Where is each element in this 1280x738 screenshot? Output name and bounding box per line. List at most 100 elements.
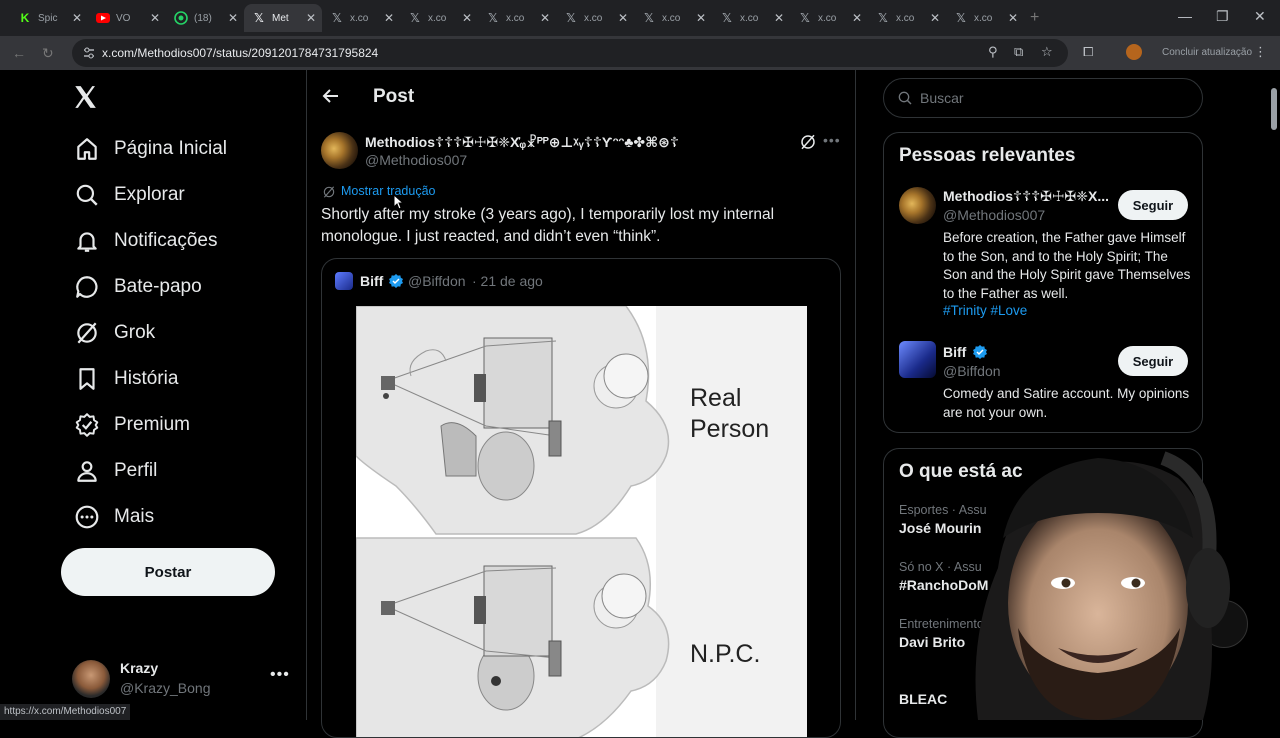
browser-tab[interactable]: (18) ✕ <box>166 4 244 32</box>
quoted-post[interactable]: Biff @Biffdon · 21 de ago Real Person N.… <box>321 258 841 738</box>
close-tab-icon[interactable]: ✕ <box>540 11 550 25</box>
url-text: x.com/Methodios007/status/20912017847317… <box>102 46 379 60</box>
close-tab-icon[interactable]: ✕ <box>618 11 628 25</box>
author-handle[interactable]: @Methodios007 <box>365 152 467 168</box>
back-icon[interactable]: ← <box>12 45 26 61</box>
zoom-icon[interactable]: ⚲ <box>988 44 998 60</box>
card-title: Pessoas relevantes <box>899 145 1076 166</box>
panel-label-npc: N.P.C. <box>690 640 761 668</box>
sidebar-item-label: Notificações <box>114 230 218 251</box>
person-handle: @Methodios007 <box>943 207 1046 223</box>
minimize-icon[interactable]: — <box>1178 8 1192 24</box>
page-title: Post <box>373 86 415 107</box>
sidebar-item-more[interactable]: Mais <box>60 494 154 540</box>
bookmark-icon <box>79 368 95 390</box>
close-tab-icon[interactable]: ✕ <box>384 11 394 25</box>
bell-icon <box>77 232 97 252</box>
browser-tab[interactable]: 𝕏x.co ✕ <box>790 4 868 32</box>
close-tab-icon[interactable]: ✕ <box>462 11 472 25</box>
address-bar[interactable]: x.com/Methodios007/status/20912017847317… <box>72 39 1068 67</box>
avatar <box>899 341 936 378</box>
translate-icon <box>322 185 336 199</box>
sidebar-item-profile[interactable]: Perfil <box>60 448 157 494</box>
sidebar-item-home[interactable]: Página Inicial <box>60 126 227 172</box>
close-tab-icon[interactable]: ✕ <box>72 11 82 25</box>
person-row[interactable]: Biff @Biffdon Seguir Comedy and Satire a… <box>884 341 1202 421</box>
post-button[interactable]: Postar <box>61 548 275 596</box>
x-icon: 𝕏 <box>878 11 888 25</box>
new-tab-icon[interactable]: + <box>1030 9 1039 27</box>
browser-tab[interactable]: 𝕏x.co ✕ <box>400 4 478 32</box>
close-tab-icon[interactable]: ✕ <box>306 11 316 25</box>
reload-icon[interactable]: ↻ <box>42 45 54 62</box>
browser-tab[interactable]: VO ✕ <box>88 4 166 32</box>
browser-tab[interactable]: 𝕏x.co ✕ <box>556 4 634 32</box>
sidebar-item-label: Página Inicial <box>114 138 228 159</box>
kick-icon: K <box>20 11 30 25</box>
panel-label-real: Real <box>690 384 742 412</box>
scrollbar[interactable] <box>1268 74 1280 720</box>
sidebar-item-chat[interactable]: Bate-papo <box>60 264 202 310</box>
bookmark-star-icon[interactable]: ☆ <box>1041 44 1053 60</box>
browser-tab[interactable]: 𝕏x.co ✕ <box>946 4 1024 32</box>
person-row[interactable]: Methodios☦☦☦✠☩✠❈Χ... @Methodios007 Segui… <box>884 185 1202 325</box>
grok-explain-icon[interactable] <box>799 133 817 151</box>
site-info-icon[interactable] <box>82 46 96 60</box>
avatar <box>72 660 110 698</box>
close-tab-icon[interactable]: ✕ <box>930 11 940 25</box>
back-arrow-icon[interactable] <box>321 86 341 106</box>
close-tab-icon[interactable]: ✕ <box>150 11 160 25</box>
close-tab-icon[interactable]: ✕ <box>1008 11 1018 25</box>
x-icon: 𝕏 <box>254 11 264 25</box>
install-app-icon[interactable]: ⧉ <box>1014 44 1023 60</box>
follow-button[interactable]: Seguir <box>1118 190 1188 220</box>
close-tab-icon[interactable]: ✕ <box>696 11 706 25</box>
webcam-overlay <box>908 418 1280 720</box>
maximize-icon[interactable]: ❐ <box>1216 8 1229 25</box>
verified-badge-icon <box>388 273 404 289</box>
follow-button[interactable]: Seguir <box>1118 346 1188 376</box>
browser-tab[interactable]: K Spic ✕ <box>10 4 88 32</box>
x-icon: 𝕏 <box>566 11 576 25</box>
close-tab-icon[interactable]: ✕ <box>774 11 784 25</box>
menu-dots-icon[interactable]: ⋮ <box>1254 44 1267 60</box>
quote-author-handle: @Biffdon <box>408 273 466 289</box>
x-logo-icon[interactable] <box>72 84 98 110</box>
author-name[interactable]: Methodios☦☦☦✠☩✠❈Χ҆ᵩ☧ᴾᴾ⊕⊥ᵡᵧ☦☦Ƴᵔᵔ♣✤⌘⊛☦ <box>365 134 695 151</box>
account-switcher[interactable]: Krazy @Krazy_Bong ••• <box>72 660 294 700</box>
search-input[interactable]: Buscar <box>883 78 1203 118</box>
account-handle: @Krazy_Bong <box>120 680 211 696</box>
show-translation-link[interactable]: Mostrar tradução <box>341 184 435 198</box>
post-menu-icon[interactable]: ••• <box>823 132 841 148</box>
quote-image[interactable]: Real Person N.P.C. <box>356 306 807 737</box>
browser-tab-active[interactable]: 𝕏 Met ✕ <box>244 4 322 32</box>
account-menu-icon[interactable]: ••• <box>270 666 290 684</box>
author-avatar[interactable] <box>321 132 358 169</box>
sidebar-item-explore[interactable]: Explorar <box>60 172 185 218</box>
person-handle: @Biffdon <box>943 363 1001 379</box>
extensions-icon[interactable]: ⧠ <box>1083 44 1093 60</box>
sidebar-item-label: Mais <box>114 506 155 527</box>
update-button[interactable]: Concluir atualização <box>1162 47 1252 58</box>
sidebar-item-premium[interactable]: Premium <box>60 402 190 448</box>
sidebar-item-notifications[interactable]: Notificações <box>60 218 218 264</box>
browser-tab[interactable]: 𝕏x.co ✕ <box>868 4 946 32</box>
browser-tab[interactable]: 𝕏x.co ✕ <box>634 4 712 32</box>
sidebar-item-grok[interactable]: Grok <box>60 310 155 356</box>
browser-tab[interactable]: 𝕏x.co ✕ <box>478 4 556 32</box>
browser-toolbar: ← ↻ x.com/Methodios007/status/2091201784… <box>0 36 1280 70</box>
browser-tab[interactable]: 𝕏x.co ✕ <box>322 4 400 32</box>
scrollbar-thumb[interactable] <box>1271 88 1277 130</box>
relevant-people-card: Pessoas relevantes Methodios☦☦☦✠☩✠❈Χ... … <box>883 132 1203 433</box>
close-tab-icon[interactable]: ✕ <box>852 11 862 25</box>
home-icon <box>77 138 97 160</box>
sidebar-item-history[interactable]: História <box>60 356 178 402</box>
search-icon <box>898 91 912 105</box>
verified-badge-icon <box>972 344 988 360</box>
close-tab-icon[interactable]: ✕ <box>228 11 238 25</box>
close-window-icon[interactable]: ✕ <box>1254 8 1266 25</box>
person-bio-tags[interactable]: #Trinity #Love <box>943 303 1027 318</box>
more-icon <box>75 505 99 529</box>
browser-tab[interactable]: 𝕏x.co ✕ <box>712 4 790 32</box>
profile-avatar[interactable] <box>1126 44 1142 60</box>
